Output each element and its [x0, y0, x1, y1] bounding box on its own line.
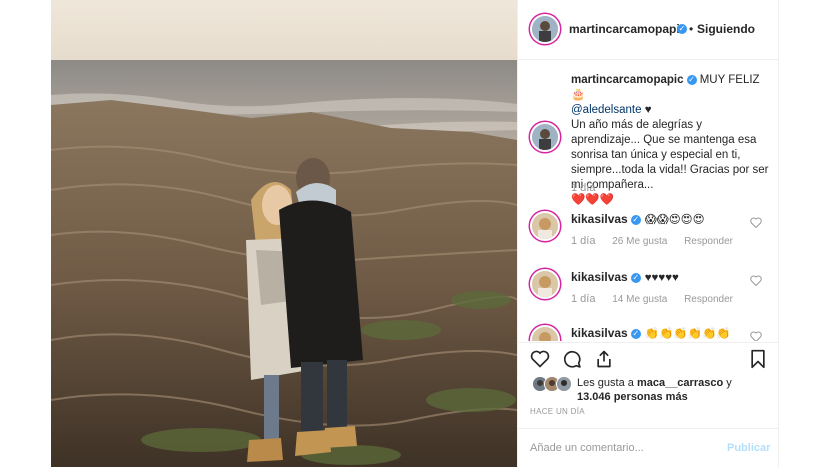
following-button[interactable]: Siguiendo — [697, 22, 755, 36]
comment-likes[interactable]: 26 Me gusta — [612, 236, 667, 247]
commenter-username[interactable]: kikasilvas — [571, 212, 628, 226]
comment-composer: Añade un comentario... Publicar — [518, 428, 779, 467]
likes-conj: y — [726, 377, 732, 389]
couple-on-rocks-photo — [51, 0, 517, 467]
likes-prefix: Les gusta a — [577, 377, 634, 389]
commenter-avatar[interactable] — [530, 325, 560, 341]
likes-count[interactable]: 13.046 personas más — [577, 391, 688, 403]
comment-body: 😱😱😍😍😍 — [644, 214, 705, 226]
reply-button[interactable]: Responder — [684, 294, 733, 305]
reply-button[interactable]: Responder — [684, 236, 733, 247]
like-comment-heart-icon[interactable] — [750, 275, 762, 286]
post-timestamp[interactable]: HACE UN DÍA — [530, 407, 585, 416]
verified-badge-icon: ✓ — [686, 74, 697, 85]
likes-line: Les gusta a maca__carrasco y — [577, 377, 732, 389]
commenter-username[interactable]: kikasilvas — [571, 270, 628, 284]
liker-username[interactable]: maca__carrasco — [637, 377, 723, 389]
comment-meta: 1 día 26 Me gusta Responder — [571, 235, 747, 247]
likes-summary: Les gusta a maca__carrasco y 13.046 pers… — [518, 374, 779, 404]
header-separator: • — [689, 22, 694, 36]
comment-item: kikasilvas ✓ 👏👏👏👏👏👏 — [518, 322, 779, 341]
post-photo[interactable] — [51, 0, 517, 467]
caption-heart: ♥ — [644, 104, 652, 116]
comment-text: kikasilvas ✓ 😱😱😍😍😍 — [571, 212, 705, 226]
caption-body: Un año más de alegrías y aprendizaje... … — [571, 119, 769, 191]
share-icon[interactable] — [594, 349, 614, 369]
comment-item: kikasilvas ✓ ♥♥♥♥♥ 1 día 14 Me gusta Respo… — [518, 266, 779, 322]
post-sidebar: martincarcamopapic ✓ • Siguiendo martinc… — [517, 0, 779, 467]
like-comment-heart-icon[interactable] — [750, 217, 762, 228]
post-comment-button[interactable]: Publicar — [727, 442, 770, 454]
comment-time[interactable]: 1 día — [571, 235, 595, 247]
save-bookmark-icon[interactable] — [749, 349, 767, 369]
caption-username[interactable]: martincarcamopapic — [571, 74, 684, 86]
commenter-avatar[interactable] — [530, 211, 560, 241]
caption-text: martincarcamopapic ✓ MUY FELIZ 🎂 @aledels… — [571, 73, 771, 208]
comment-likes[interactable]: 14 Me gusta — [612, 294, 667, 305]
verified-badge-icon: ✓ — [630, 272, 641, 283]
verified-badge-icon: ✓ — [630, 214, 641, 225]
caption-author-avatar[interactable] — [530, 122, 560, 152]
commenter-avatar[interactable] — [530, 269, 560, 299]
comment-text: kikasilvas ✓ 👏👏👏👏👏👏 — [571, 326, 731, 340]
comment-body: ♥♥♥♥♥ — [644, 272, 679, 284]
comment-text: kikasilvas ✓ ♥♥♥♥♥ — [571, 270, 679, 284]
post-header: martincarcamopapic ✓ • Siguiendo — [518, 0, 779, 60]
caption-emojis: ❤️❤️❤️ — [571, 194, 614, 206]
comment-time[interactable]: 1 día — [571, 293, 595, 305]
caption-time[interactable]: 1 día — [571, 182, 595, 194]
action-bar — [518, 342, 779, 374]
comment-item: kikasilvas ✓ 😱😱😍😍😍 1 día 26 Me gusta Respo… — [518, 208, 779, 264]
author-avatar[interactable] — [530, 14, 560, 44]
comment-input[interactable]: Añade un comentario... — [530, 442, 644, 454]
liker-avatar[interactable] — [556, 376, 572, 392]
like-comment-heart-icon[interactable] — [750, 331, 762, 341]
caption-mention[interactable]: @aledelsante — [571, 104, 642, 116]
author-username[interactable]: martincarcamopapic — [569, 22, 686, 36]
verified-badge-icon: ✓ — [677, 24, 687, 34]
comment-meta: 1 día 14 Me gusta Responder — [571, 293, 747, 305]
comments-list[interactable]: martincarcamopapic ✓ MUY FELIZ 🎂 @aledels… — [518, 60, 779, 341]
verified-badge-icon: ✓ — [630, 328, 641, 339]
like-heart-icon[interactable] — [530, 349, 550, 368]
comment-bubble-icon[interactable] — [562, 349, 582, 369]
commenter-username[interactable]: kikasilvas — [571, 326, 628, 340]
comment-body: 👏👏👏👏👏👏 — [644, 328, 731, 340]
